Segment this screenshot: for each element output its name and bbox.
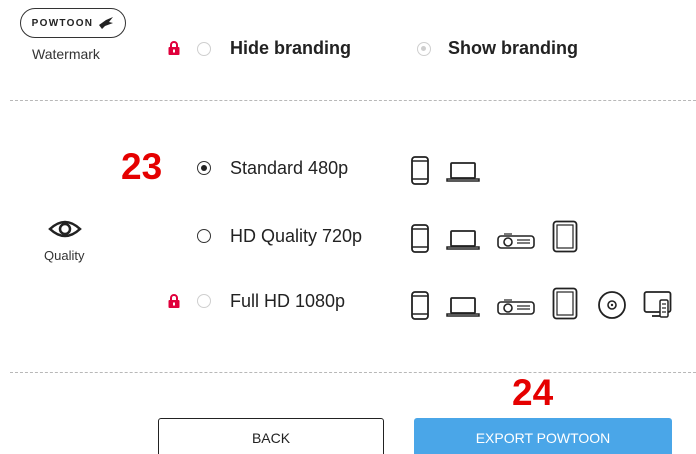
projector-icon <box>497 233 535 249</box>
hide-branding-radio[interactable] <box>197 42 211 56</box>
logo-bird-icon <box>99 17 114 29</box>
laptop-icon <box>446 230 480 250</box>
standard-480p-radio[interactable] <box>197 161 211 175</box>
quality-label: Quality <box>44 248 85 263</box>
powtoon-logo: POWTOON <box>20 8 126 38</box>
divider-bottom <box>10 372 696 373</box>
step-number-24: 24 <box>512 372 554 413</box>
lock-icon <box>168 294 180 308</box>
logo-text: POWTOON <box>31 17 94 29</box>
tablet-icon <box>552 220 578 253</box>
back-button[interactable]: BACK <box>158 418 384 454</box>
hd-720p-label: HD Quality 720p <box>230 226 363 246</box>
phone-icon <box>411 224 429 253</box>
standard-480p-label: Standard 480p <box>230 158 349 178</box>
tablet-icon <box>552 287 578 320</box>
full-hd-1080p-label: Full HD 1080p <box>230 291 346 311</box>
eye-icon <box>48 220 82 238</box>
export-powtoon-button[interactable]: EXPORT POWTOON <box>414 418 672 454</box>
divider-top <box>10 100 696 101</box>
projector-icon <box>497 299 535 315</box>
show-branding-radio[interactable] <box>417 42 431 56</box>
laptop-icon <box>446 162 480 182</box>
hide-branding-label: Hide branding <box>230 38 351 58</box>
phone-icon <box>411 291 429 320</box>
tv-remote-icon <box>643 291 672 318</box>
phone-icon <box>411 156 429 185</box>
hd-720p-radio[interactable] <box>197 229 211 243</box>
laptop-icon <box>446 297 480 317</box>
step-number-23: 23 <box>121 146 163 187</box>
lock-icon <box>168 41 180 55</box>
disc-icon <box>598 291 626 319</box>
watermark-label: Watermark <box>32 46 100 62</box>
full-hd-1080p-radio[interactable] <box>197 294 211 308</box>
show-branding-label: Show branding <box>448 38 578 58</box>
